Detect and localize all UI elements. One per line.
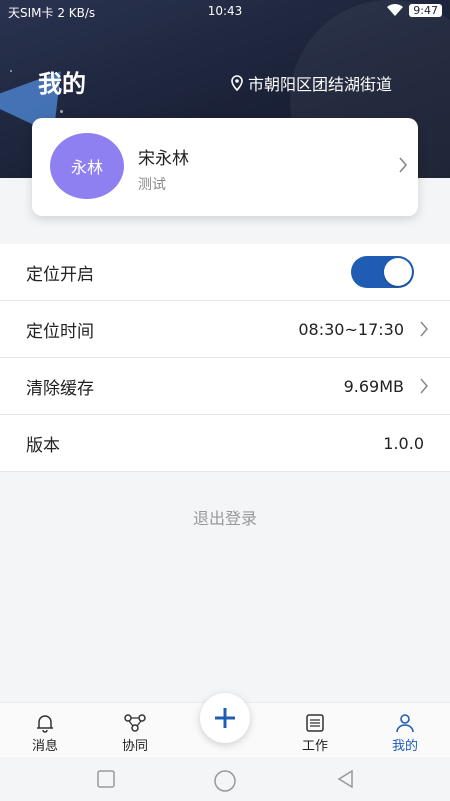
location-text: 市朝阳区团结湖街道 [248, 75, 393, 94]
tab-work[interactable]: 工作 [285, 713, 345, 754]
setting-location-time[interactable]: 定位时间 08:30~17:30 [0, 301, 450, 358]
setting-label: 定位时间 [26, 321, 94, 342]
setting-location-enabled: 定位开启 [0, 244, 450, 301]
collab-icon [124, 714, 146, 732]
status-bar: 天SIM卡 2 KB/s 10:43 9:47 [0, 0, 450, 24]
location-display[interactable]: 市朝阳区团结湖街道 [230, 72, 420, 94]
status-right: 9:47 [387, 3, 442, 17]
wifi-icon [387, 3, 404, 16]
tab-label: 工作 [301, 739, 328, 754]
settings-list: 定位开启 定位时间 08:30~17:30 清除缓存 9.69MB 版本 1.0… [0, 244, 450, 472]
back-triangle-icon[interactable] [336, 769, 356, 789]
setting-version: 版本 1.0.0 [0, 415, 450, 472]
setting-label: 版本 [26, 435, 60, 456]
circle-icon[interactable] [213, 769, 237, 793]
logout-button[interactable]: 退出登录 [0, 505, 450, 529]
tab-label: 协同 [121, 739, 148, 754]
user-icon [396, 714, 414, 733]
setting-value: 1.0.0 [383, 433, 424, 453]
page-title: 我的 [38, 70, 86, 98]
plus-icon [215, 708, 235, 728]
tab-label: 消息 [31, 739, 58, 754]
system-nav-bar [0, 757, 450, 801]
setting-value: 08:30~17:30 [298, 319, 404, 339]
list-icon [306, 714, 324, 732]
setting-clear-cache[interactable]: 清除缓存 9.69MB [0, 358, 450, 415]
chevron-right-icon [420, 321, 428, 337]
tab-mine[interactable]: 我的 [375, 713, 435, 754]
profile-subtitle: 测试 [138, 177, 166, 193]
header-decoration [60, 110, 63, 113]
header-decoration [10, 70, 12, 72]
tab-collab[interactable]: 协同 [105, 713, 165, 754]
tab-messages[interactable]: 消息 [15, 713, 75, 754]
status-time: 10:43 [207, 4, 243, 18]
tab-label: 我的 [391, 739, 418, 754]
profile-name: 宋永林 [138, 149, 189, 169]
setting-value: 9.69MB [343, 376, 404, 396]
location-pin-icon [231, 75, 243, 91]
location-toggle[interactable] [351, 256, 414, 288]
toggle-knob [384, 258, 412, 286]
profile-card[interactable]: 永林 宋永林 测试 [32, 118, 418, 216]
avatar: 永林 [50, 133, 124, 199]
bell-icon [37, 715, 53, 733]
chevron-right-icon [399, 157, 408, 173]
add-button[interactable] [200, 693, 250, 743]
chevron-right-icon [420, 378, 428, 394]
square-icon[interactable] [96, 769, 116, 789]
battery-indicator: 9:47 [409, 3, 442, 17]
setting-label: 定位开启 [26, 264, 94, 285]
setting-label: 清除缓存 [26, 378, 94, 399]
